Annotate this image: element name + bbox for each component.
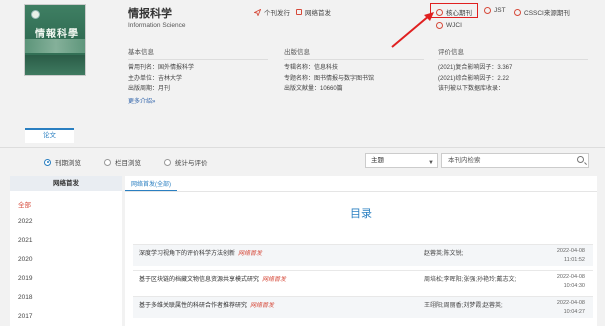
table-row[interactable]: 深度学习视角下的评价科学方法创新 网络首发 赵蓉英;陈文锐; 2022-04-08…	[133, 244, 593, 266]
sidebar-item-2018[interactable]: 2018	[18, 294, 32, 301]
journal-subtitle: Information Science	[128, 22, 186, 29]
journal-title: 情报科学	[128, 8, 172, 20]
send-icon	[254, 8, 261, 16]
cover-stripe-bottom	[25, 55, 85, 75]
sidebar-item-2022[interactable]: 2022	[18, 218, 32, 225]
table-row[interactable]: 基于区块链的档藏文物信息资源共享模式研究 网络首发 周培松;李晖阳;张强;孙艳玲;…	[133, 270, 593, 292]
sidebar-item-2017[interactable]: 2017	[18, 313, 32, 320]
wjci-badge[interactable]: WJCI	[436, 22, 462, 29]
publish-info-line: 专辑名称：信息科技	[284, 65, 339, 71]
jst-label: JST	[494, 7, 506, 14]
publish-info-line: 出版文献量：10660篇	[284, 86, 343, 92]
sidebar-item-2020[interactable]: 2020	[18, 256, 32, 263]
basic-info-line: 出版周期：月刊	[128, 86, 171, 92]
journal-search-input[interactable]: 本刊内检索	[441, 153, 589, 168]
browse-by-issue-label: 刊期浏览	[55, 160, 81, 167]
core-journal-badge[interactable]: 核心期刊	[436, 7, 472, 17]
article-title-cell[interactable]: 基于多维关联属性的科研合作者推荐研究 网络首发	[139, 300, 274, 309]
wjci-label: WJCI	[446, 22, 462, 29]
basic-info-heading: 基本信息	[128, 46, 268, 60]
cover-stripe	[25, 39, 85, 53]
online-first-tag: 网络首发	[250, 303, 275, 309]
article-time: 11:01:52	[563, 257, 585, 263]
core-journal-label: 核心期刊	[446, 10, 472, 17]
cssci-badge[interactable]: CSSCI来源期刊	[514, 7, 570, 17]
search-placeholder: 本刊内检索	[448, 157, 481, 164]
browse-by-column-label: 栏目浏览	[115, 160, 141, 167]
article-title[interactable]: 基于区块链的档藏文物信息资源共享模式研究	[139, 277, 259, 283]
table-row[interactable]: 基于多维关联属性的科研合作者推荐研究 网络首发 王翊阳;周丽香;刘梦霞;赵蓉英; …	[133, 296, 593, 318]
cssci-label: CSSCI来源期刊	[524, 10, 570, 17]
sidebar-item-2019[interactable]: 2019	[18, 275, 32, 282]
online-first-tag: 网络首发	[262, 277, 287, 283]
publish-info-heading: 出版信息	[284, 46, 424, 60]
article-date: 2022-04-08	[556, 300, 585, 306]
radio-icon	[104, 158, 111, 166]
publish-info-line: 专题名称：图书情报与数字图书馆	[284, 75, 375, 82]
journal-cover-image: 情報科學	[24, 4, 86, 76]
article-time: 10:04:27	[563, 309, 585, 315]
sidebar-item-all[interactable]: 全部	[18, 199, 31, 209]
online-first-tag: 网络首发	[238, 251, 263, 257]
basic-info-line: 主办单位：吉林大学	[128, 75, 183, 82]
radio-selected-icon	[44, 158, 51, 166]
article-date: 2022-04-08	[556, 248, 585, 254]
calendar-icon	[296, 9, 302, 15]
article-time: 10:04:30	[563, 283, 585, 289]
article-title[interactable]: 基于多维关联属性的科研合作者推荐研究	[139, 303, 247, 309]
browse-by-stats-radio[interactable]: 统计与评价	[164, 157, 208, 167]
basic-info-line: 曾用刊名：国外情报科学	[128, 65, 195, 71]
search-field-value: 主题	[371, 157, 384, 164]
online-issue-link[interactable]: 个刊发行	[254, 7, 290, 17]
article-authors[interactable]: 王翊阳;周丽香;刘梦霞;赵蓉英;	[424, 300, 503, 309]
sidebar-item-2021[interactable]: 2021	[18, 237, 32, 244]
annotation-arrow	[391, 12, 434, 48]
evaluation-info-line: (2021)综合影响因子：2.22	[438, 75, 510, 82]
search-field-select[interactable]: 主题 ▼	[365, 153, 438, 168]
evaluation-info-line: (2021)复合影响因子：3.367	[438, 65, 513, 71]
radio-icon	[164, 158, 171, 166]
article-title-cell[interactable]: 深度学习视角下的评价科学方法创新 网络首发	[139, 248, 262, 257]
tab-online-first-all[interactable]: 网络首发(全部)	[125, 176, 177, 191]
search-icon[interactable]	[577, 156, 584, 163]
chevron-down-icon: ▼	[428, 160, 434, 166]
evaluation-info-section: 评价信息 (2021)复合影响因子：3.367 (2021)综合影响因子：2.2…	[438, 46, 588, 95]
jst-badge[interactable]: JST	[484, 7, 506, 14]
divider	[125, 191, 597, 192]
cover-title-text: 情報科學	[35, 29, 79, 40]
tab-papers[interactable]: 论文	[25, 128, 74, 143]
online-first-link[interactable]: 网络首发	[296, 7, 331, 17]
year-sidebar: 网络首发 全部 2022 2021 2020 2019 2018 2017	[10, 176, 122, 326]
article-title[interactable]: 深度学习视角下的评价科学方法创新	[139, 251, 235, 257]
article-authors[interactable]: 周培松;李晖阳;张强;孙艳玲;戴志文;	[424, 274, 516, 283]
browse-by-column-radio[interactable]: 栏目浏览	[104, 157, 141, 167]
tab-bar	[0, 142, 605, 148]
toc-title: 目录	[350, 208, 372, 220]
browse-by-issue-radio[interactable]: 刊期浏览	[44, 157, 81, 167]
badge-icon	[484, 7, 491, 14]
cover-logo-icon	[31, 10, 40, 19]
browse-by-stats-label: 统计与评价	[175, 160, 208, 167]
basic-info-section: 基本信息 曾用刊名：国外情报科学 主办单位：吉林大学 出版周期：月刊	[128, 46, 268, 95]
evaluation-info-heading: 评价信息	[438, 46, 588, 60]
sidebar-header: 网络首发	[10, 176, 122, 191]
online-issue-label: 个刊发行	[264, 10, 290, 17]
publish-info-section: 出版信息 专辑名称：信息科技 专题名称：图书情报与数字图书馆 出版文献量：106…	[284, 46, 424, 95]
article-title-cell[interactable]: 基于区块链的档藏文物信息资源共享模式研究 网络首发	[139, 274, 286, 283]
evaluation-info-line: 该刊被以下数据库收录：	[438, 86, 505, 92]
article-date: 2022-04-08	[556, 274, 585, 280]
article-authors[interactable]: 赵蓉英;陈文锐;	[424, 248, 463, 257]
more-intro-link[interactable]: 更多介绍»	[128, 96, 155, 105]
online-first-label: 网络首发	[305, 10, 331, 17]
badge-icon	[514, 8, 521, 16]
